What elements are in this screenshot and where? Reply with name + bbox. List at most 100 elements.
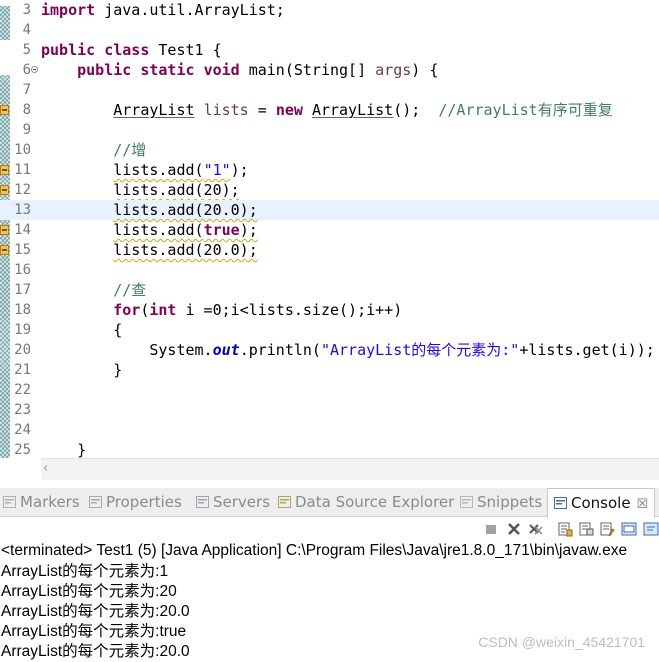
code-line-22[interactable]: 22	[0, 380, 659, 400]
code-token: int	[149, 301, 177, 319]
code-token: args	[375, 61, 412, 79]
code-token: lists.add(20.0);	[113, 241, 258, 259]
code-token: true	[203, 221, 240, 239]
code-line-21[interactable]: 21 }	[0, 360, 659, 380]
code-line-14[interactable]: 14 lists.add(true);	[0, 220, 659, 240]
code-line-8[interactable]: 8 ArrayList lists = new ArrayList(); //A…	[0, 100, 659, 120]
code-line-11[interactable]: 11 lists.add("1");	[0, 160, 659, 180]
code-token: );	[230, 161, 249, 179]
code-line-3[interactable]: 3 import java.util.ArrayList;	[0, 0, 659, 20]
console-line: ArrayList的每个元素为:20	[1, 583, 177, 600]
code-token: void	[203, 61, 240, 79]
code-token: lists.add(	[113, 161, 204, 179]
code-token: static	[140, 61, 195, 79]
close-tab-icon[interactable]: ☒	[637, 497, 649, 512]
tab-console[interactable]: Console ☒	[547, 488, 656, 518]
pin-console-icon[interactable]	[599, 521, 615, 537]
remove-launch-icon[interactable]	[506, 521, 522, 537]
tab-servers[interactable]: Servers	[196, 488, 270, 516]
line-number: 9	[22, 122, 31, 138]
line-number: 12	[14, 182, 31, 198]
code-token: }	[41, 361, 123, 379]
line-number: 20	[14, 342, 31, 358]
data-source-icon	[278, 489, 291, 508]
code-text: public static void main(String[] args) {	[41, 60, 438, 80]
code-line-24[interactable]: 24	[0, 420, 659, 440]
console-toolbar	[459, 518, 659, 542]
code-line-13[interactable]: 13 lists.add(20.0);	[0, 200, 659, 220]
code-text: lists.add(20.0);	[41, 200, 258, 220]
code-line-12[interactable]: 12 lists.add(20);	[0, 180, 659, 200]
code-line-17[interactable]: 17 //查	[0, 280, 659, 300]
scroll-lock-icon[interactable]	[557, 521, 573, 537]
code-line-20[interactable]: 20 System.out.println("ArrayList的每个元素为:"…	[0, 340, 659, 360]
console-output[interactable]: ArrayList的每个元素为:1 ArrayList的每个元素为:20 Array…	[1, 562, 190, 662]
tab-snippets[interactable]: Snippets	[460, 488, 542, 516]
code-line-18[interactable]: 18 for(int i =0;i<lists.size();i++)	[0, 300, 659, 320]
view-tabs: Markers Properties Servers Data Source Expl…	[0, 488, 659, 518]
line-number: 21	[14, 362, 31, 378]
code-line-9[interactable]: 9	[0, 120, 659, 140]
code-line-19[interactable]: 19 {	[0, 320, 659, 340]
code-line-16[interactable]: 16	[0, 260, 659, 280]
scroll-left-icon[interactable]: ‹	[43, 461, 48, 476]
code-line-23[interactable]: 23	[0, 400, 659, 420]
terminate-icon[interactable]	[483, 521, 499, 537]
code-line-5[interactable]: 5 public class Test1 {	[0, 40, 659, 60]
code-text: //增	[41, 140, 146, 160]
code-token: public	[77, 61, 132, 79]
code-token: System.	[41, 341, 213, 359]
code-text: lists.add("1");	[41, 160, 249, 180]
code-token: }	[41, 441, 87, 458]
remove-all-icon[interactable]	[528, 521, 544, 537]
clear-console-icon[interactable]	[578, 521, 594, 537]
code-text: public class Test1 {	[41, 40, 222, 60]
line-number: 7	[22, 82, 31, 98]
code-text: System.out.println("ArrayList的每个元素为:"+li…	[41, 340, 654, 360]
tab-label: Console	[571, 494, 631, 512]
tab-label: Properties	[106, 493, 182, 511]
markers-icon	[3, 489, 16, 508]
code-line-4[interactable]: 4	[0, 20, 659, 40]
code-token: .println(	[239, 341, 321, 359]
code-text: //查	[41, 280, 146, 300]
code-line-15[interactable]: 15 lists.add(20.0);	[0, 240, 659, 260]
code-line-10[interactable]: 10 //增	[0, 140, 659, 160]
line-number: 13	[14, 202, 31, 218]
code-line-25[interactable]: 25 }	[0, 440, 659, 458]
line-number: 19	[14, 322, 31, 338]
line-number: 25	[14, 442, 31, 458]
code-line-7[interactable]: 7	[0, 80, 659, 100]
line-number: 16	[14, 262, 31, 278]
code-token: import	[41, 1, 96, 19]
line-number: 5	[22, 42, 31, 58]
display-console-icon[interactable]	[621, 521, 637, 537]
code-text: for(int i =0;i<lists.size();i++)	[41, 300, 402, 320]
code-token: lists.add(20);	[113, 181, 240, 199]
fold-toggle-icon[interactable]	[31, 66, 38, 73]
code-text: {	[41, 320, 122, 340]
tab-label: Snippets	[477, 493, 543, 511]
line-number: 24	[14, 422, 31, 438]
code-token: lists.add(	[113, 221, 204, 239]
tab-markers[interactable]: Markers	[3, 488, 80, 516]
tab-properties[interactable]: Properties	[89, 488, 182, 516]
code-token: );	[239, 221, 258, 239]
tab-data-source-explorer[interactable]: Data Source Explorer	[278, 488, 454, 516]
code-line-6[interactable]: 6 public static void main(String[] args)…	[0, 60, 659, 80]
line-number: 22	[14, 382, 31, 398]
horizontal-scrollbar[interactable]: ‹	[41, 458, 659, 481]
code-editor[interactable]: 3 import java.util.ArrayList; 4 5 public cla…	[0, 0, 659, 458]
open-console-icon[interactable]	[643, 521, 659, 537]
console-line: ArrayList的每个元素为:true	[1, 623, 187, 640]
line-number: 8	[22, 102, 31, 118]
code-token: Test1 {	[149, 41, 222, 59]
code-token: ArrayList	[311, 101, 394, 119]
